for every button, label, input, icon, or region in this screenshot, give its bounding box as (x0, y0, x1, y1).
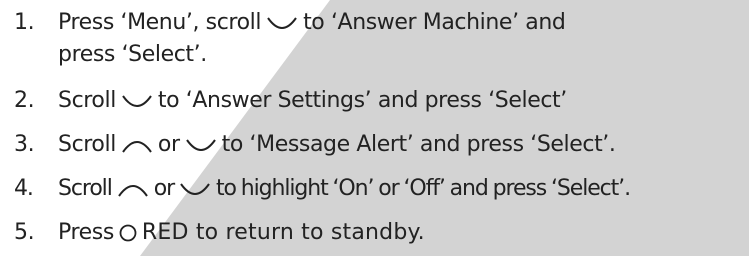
step-number: 3. (14, 132, 35, 157)
step-text-part: to ‘Answer Settings’ and press ‘Select’ (157, 88, 567, 113)
scroll-up-icon (120, 134, 154, 156)
step-text: press ‘Select’. (58, 42, 207, 67)
step-number: 4. (14, 176, 34, 201)
step-text-part: Scroll (58, 88, 116, 113)
step-text-part: or (157, 132, 180, 157)
scroll-down-icon (178, 178, 212, 200)
instruction-list: 1. Press ‘Menu’, scroll to ‘Answer Machi… (0, 0, 749, 256)
step-number: 1. (14, 10, 35, 35)
step-text-part: to highlight ‘On’ or ‘Off’ and press ‘Se… (216, 176, 631, 201)
scroll-down-icon (120, 90, 154, 112)
scroll-down-icon (265, 12, 299, 34)
step-text-part: Press ‘Menu’, scroll (58, 10, 262, 35)
step-text: Scroll or to highlight ‘On’ or ‘Off’ and… (58, 174, 631, 204)
scroll-down-icon (184, 134, 218, 156)
step-text-part: to ‘Message Alert’ and press ‘Select’. (221, 132, 616, 157)
scroll-up-icon (116, 178, 150, 200)
step-text: Press ‘Menu’, scroll to ‘Answer Machine’… (58, 8, 566, 38)
step-text: Press RED to return to standby. (58, 218, 425, 248)
step-text-part: RED to return to standby. (141, 220, 425, 245)
red-button-icon (118, 223, 138, 243)
step-text: Scroll to ‘Answer Settings’ and press ‘S… (58, 86, 567, 116)
step-number: 2. (14, 88, 35, 113)
step-text-part: to ‘Answer Machine’ and (303, 10, 566, 35)
step-text-part: or (153, 176, 175, 201)
step-text-part: Press (58, 220, 114, 245)
step-text: Scroll or to ‘Message Alert’ and press ‘… (58, 130, 616, 160)
step-number: 5. (14, 220, 35, 245)
step-text-part: Scroll (58, 176, 113, 201)
step-text-part: Scroll (58, 132, 116, 157)
